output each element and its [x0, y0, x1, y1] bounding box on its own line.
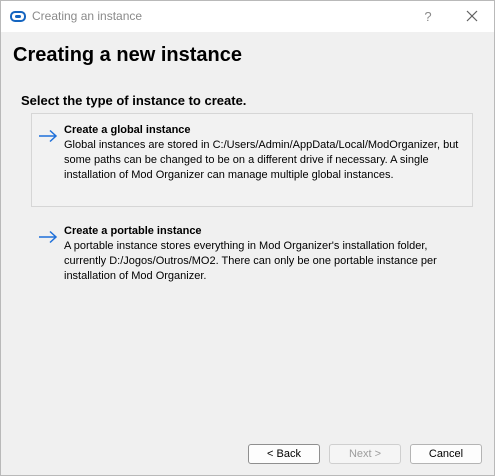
cancel-button[interactable]: Cancel — [410, 444, 482, 464]
dialog-window: Creating an instance ? Creating a new in… — [0, 0, 495, 476]
option-title: Create a global instance — [64, 124, 191, 136]
title-bar[interactable]: Creating an instance ? — [1, 1, 494, 32]
portable-instance-option[interactable]: Create a portable instance A portable in… — [31, 217, 473, 291]
option-title: Create a portable instance — [64, 225, 202, 237]
window-title: Creating an instance — [32, 9, 143, 23]
arrow-right-icon — [39, 129, 58, 143]
app-icon — [10, 11, 26, 22]
close-icon[interactable] — [460, 1, 484, 32]
global-instance-option[interactable]: Create a global instance Global instance… — [31, 113, 473, 207]
arrow-right-icon — [39, 230, 58, 244]
page-title: Creating a new instance — [13, 44, 242, 66]
option-description: Global instances are stored in C:/Users/… — [64, 139, 459, 181]
back-button[interactable]: < Back — [248, 444, 320, 464]
next-button[interactable]: Next > — [329, 444, 401, 464]
option-description: A portable instance stores everything in… — [64, 240, 437, 282]
page-subtitle: Select the type of instance to create. — [21, 93, 247, 108]
help-button[interactable]: ? — [416, 1, 440, 32]
